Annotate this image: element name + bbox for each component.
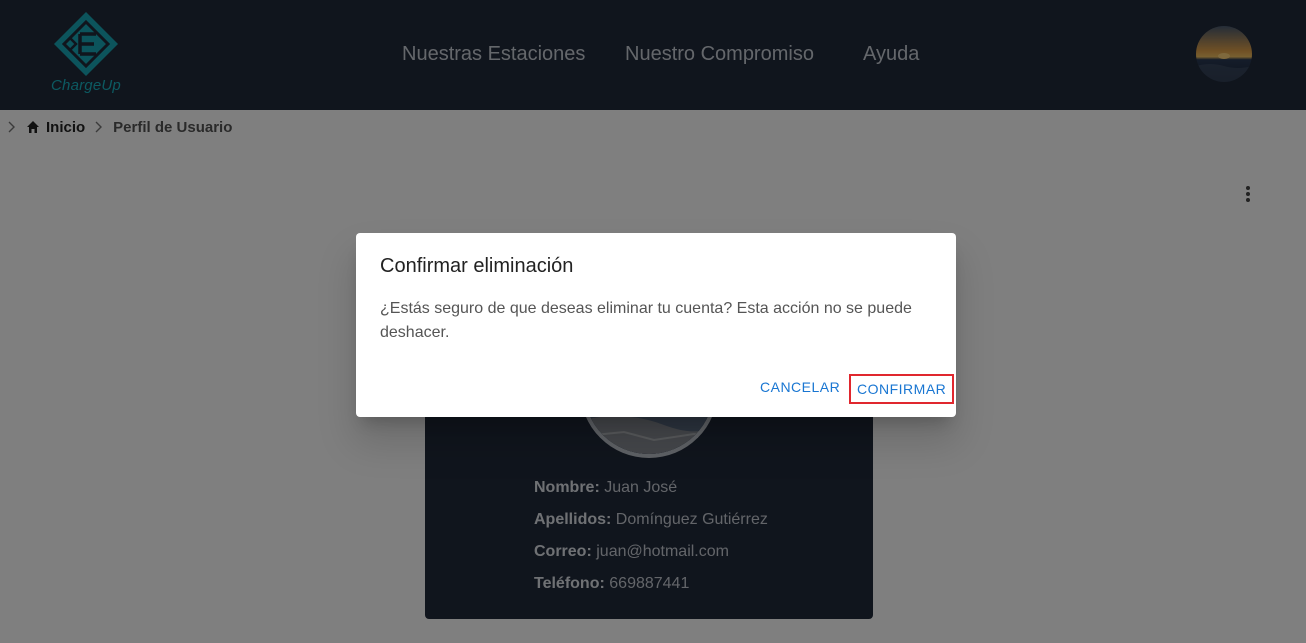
dialog-title: Confirmar eliminación [380, 255, 574, 277]
dialog-message: ¿Estás seguro de que deseas eliminar tu … [380, 300, 912, 341]
cancel-button[interactable]: CANCELAR [760, 379, 840, 395]
confirm-delete-dialog: Confirmar eliminación ¿Estás seguro de q… [356, 233, 956, 417]
confirm-button[interactable]: CONFIRMAR [849, 374, 955, 404]
